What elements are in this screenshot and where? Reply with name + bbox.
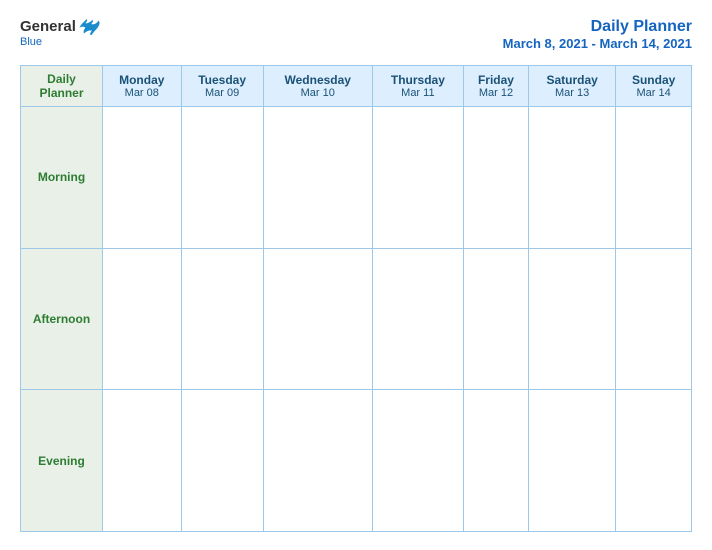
sunday-header: Sunday Mar 14 xyxy=(616,66,692,107)
page-header: General Blue Daily Planner March 8, 2021… xyxy=(20,18,692,51)
wednesday-header: Wednesday Mar 10 xyxy=(263,66,372,107)
logo-blue-label: Blue xyxy=(20,36,42,48)
afternoon-saturday-cell[interactable] xyxy=(529,248,616,390)
afternoon-friday-cell[interactable] xyxy=(463,248,528,390)
evening-thursday-cell[interactable] xyxy=(372,390,463,532)
morning-friday-cell[interactable] xyxy=(463,107,528,249)
morning-sunday-cell[interactable] xyxy=(616,107,692,249)
planner-table: Daily Planner Monday Mar 08 Tuesday Mar … xyxy=(20,65,692,532)
saturday-header: Saturday Mar 13 xyxy=(529,66,616,107)
morning-thursday-cell[interactable] xyxy=(372,107,463,249)
logo-bird-icon xyxy=(78,19,100,35)
morning-monday-cell[interactable] xyxy=(103,107,182,249)
morning-label: Morning xyxy=(21,107,103,249)
afternoon-tuesday-cell[interactable] xyxy=(181,248,263,390)
monday-header: Monday Mar 08 xyxy=(103,66,182,107)
evening-row: Evening xyxy=(21,390,692,532)
title-area: Daily Planner March 8, 2021 - March 14, … xyxy=(503,18,692,51)
evening-monday-cell[interactable] xyxy=(103,390,182,532)
evening-tuesday-cell[interactable] xyxy=(181,390,263,532)
morning-tuesday-cell[interactable] xyxy=(181,107,263,249)
daily-planner-header: Daily Planner xyxy=(21,66,103,107)
page-title: Daily Planner xyxy=(503,18,692,36)
afternoon-monday-cell[interactable] xyxy=(103,248,182,390)
logo-area: General Blue xyxy=(20,18,100,48)
afternoon-wednesday-cell[interactable] xyxy=(263,248,372,390)
morning-row: Morning xyxy=(21,107,692,249)
logo-general-text: General xyxy=(20,18,76,35)
morning-wednesday-cell[interactable] xyxy=(263,107,372,249)
afternoon-thursday-cell[interactable] xyxy=(372,248,463,390)
thursday-header: Thursday Mar 11 xyxy=(372,66,463,107)
header-row: Daily Planner Monday Mar 08 Tuesday Mar … xyxy=(21,66,692,107)
afternoon-sunday-cell[interactable] xyxy=(616,248,692,390)
evening-sunday-cell[interactable] xyxy=(616,390,692,532)
friday-header: Friday Mar 12 xyxy=(463,66,528,107)
evening-saturday-cell[interactable] xyxy=(529,390,616,532)
afternoon-label: Afternoon xyxy=(21,248,103,390)
evening-friday-cell[interactable] xyxy=(463,390,528,532)
afternoon-row: Afternoon xyxy=(21,248,692,390)
evening-wednesday-cell[interactable] xyxy=(263,390,372,532)
tuesday-header: Tuesday Mar 09 xyxy=(181,66,263,107)
morning-saturday-cell[interactable] xyxy=(529,107,616,249)
page-subtitle: March 8, 2021 - March 14, 2021 xyxy=(503,36,692,51)
evening-label: Evening xyxy=(21,390,103,532)
